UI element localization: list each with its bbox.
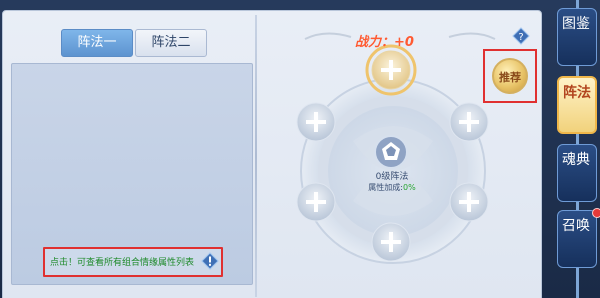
notification-badge bbox=[592, 208, 600, 218]
tab-formation-one[interactable]: 阵法一 bbox=[61, 29, 133, 57]
info-diamond-icon[interactable] bbox=[201, 252, 219, 270]
formation-panel: 阵法一 阵法二 点击！可查看所有组合情缘属性列表 战力：+0 ? 推荐 0级阵法… bbox=[2, 10, 542, 298]
recommend-highlight: 推荐 bbox=[483, 49, 537, 103]
svg-text:?: ? bbox=[518, 32, 523, 43]
recommend-button[interactable]: 推荐 bbox=[492, 58, 528, 94]
slot-top[interactable] bbox=[365, 44, 417, 96]
hint-text: 点击！可查看所有组合情缘属性列表 bbox=[50, 258, 195, 268]
bond-attribute-hint[interactable]: 点击！可查看所有组合情缘属性列表 bbox=[43, 247, 223, 277]
side-menu-formation[interactable]: 阵法 bbox=[557, 76, 597, 134]
formation-bonus: 属性加成:0% bbox=[357, 182, 427, 193]
formation-level: 0级阵法 bbox=[375, 172, 409, 182]
slot-upper-left[interactable] bbox=[296, 102, 336, 142]
slot-bottom[interactable] bbox=[371, 222, 411, 262]
bonus-label: 属性加成: bbox=[368, 183, 403, 192]
formation-board: 战力：+0 ? 推荐 0级阵法 属性加成:0% bbox=[257, 11, 541, 298]
slot-lower-left[interactable] bbox=[296, 182, 336, 222]
side-menu-summon[interactable]: 召唤 bbox=[557, 208, 600, 268]
slot-upper-right[interactable] bbox=[449, 102, 489, 142]
side-menu-label: 阵法 bbox=[563, 85, 591, 101]
recommend-label: 推荐 bbox=[499, 71, 521, 84]
side-menu-label: 魂典 bbox=[562, 152, 590, 168]
slot-lower-right[interactable] bbox=[449, 182, 489, 222]
side-menu: 图鉴 阵法 魂典 召唤 bbox=[554, 0, 600, 298]
question-diamond-icon[interactable]: ? bbox=[512, 27, 530, 45]
game-window: 阵法一 阵法二 点击！可查看所有组合情缘属性列表 战力：+0 ? 推荐 0级阵法… bbox=[0, 0, 600, 298]
bonus-value: 0% bbox=[403, 183, 416, 192]
side-menu-soul-codex[interactable]: 魂典 bbox=[557, 144, 597, 202]
tab-formation-two[interactable]: 阵法二 bbox=[135, 29, 207, 57]
formation-list-pane: 阵法一 阵法二 点击！可查看所有组合情缘属性列表 bbox=[3, 11, 255, 298]
side-menu-label: 召唤 bbox=[562, 218, 590, 234]
side-menu-label: 图鉴 bbox=[562, 16, 590, 32]
combat-power-label: 战力：+0 bbox=[355, 35, 414, 50]
side-menu-illustrated-guide[interactable]: 图鉴 bbox=[557, 8, 597, 66]
formation-center-info: 0级阵法 属性加成:0% bbox=[357, 169, 427, 193]
pentagon-emblem-icon bbox=[374, 135, 408, 169]
